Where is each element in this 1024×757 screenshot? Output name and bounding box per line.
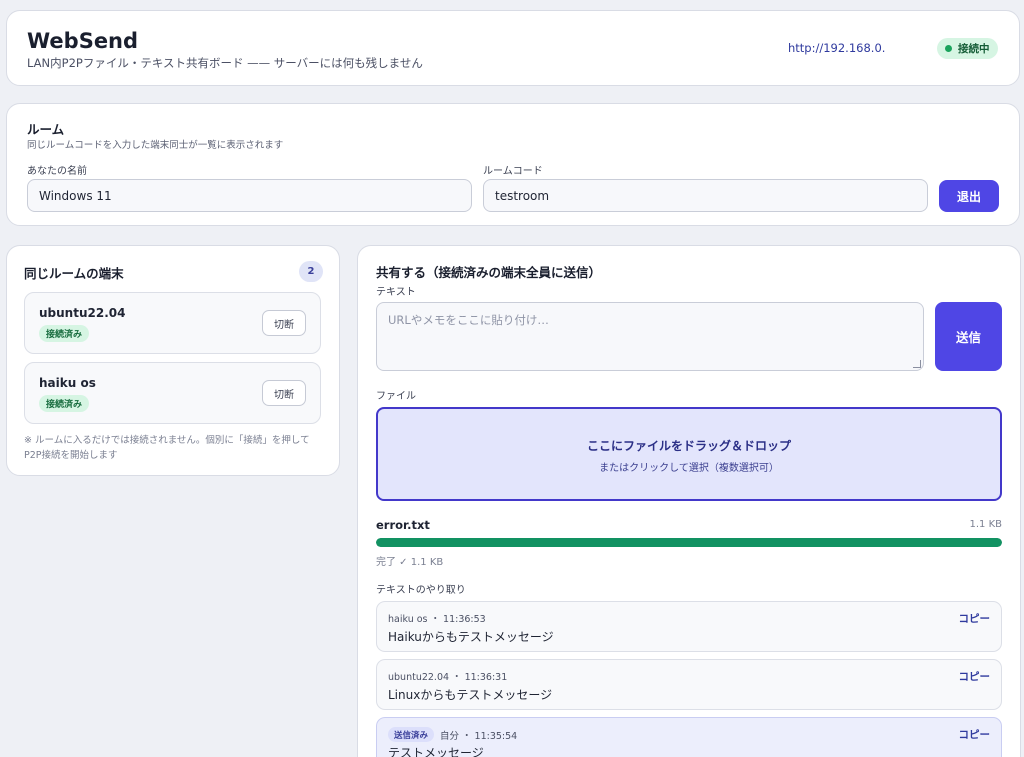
- peer-count-badge: 2: [299, 261, 323, 282]
- local-url[interactable]: http://192.168.0.: [788, 41, 885, 55]
- message-item: haiku os ・ 11:36:53 Haikuからもテストメッセージ コピー: [376, 601, 1002, 652]
- text-input[interactable]: URLやメモをここに貼り付け…: [376, 302, 924, 371]
- file-label: ファイル: [376, 391, 416, 402]
- room-description: 同じルームコードを入力した端末同士が一覧に表示されます: [27, 140, 284, 151]
- transfer-file-size: 1.1 KB: [969, 519, 1003, 530]
- peer-status-badge: 接続済み: [39, 325, 90, 342]
- room-code-label: ルームコード: [483, 166, 543, 177]
- message-meta: 自分 ・ 11:35:54: [440, 730, 518, 742]
- peers-note: ※ ルームに入るだけでは接続されません。個別に「接続」を押してP2P接続を開始し…: [24, 435, 310, 461]
- peer-item: ubuntu22.04 接続済み 切断: [24, 292, 321, 354]
- text-input-placeholder: URLやメモをここに貼り付け…: [388, 313, 549, 327]
- app-subtitle: LAN内P2Pファイル・テキスト共有ボード —— サーバーには何も残しません: [27, 56, 423, 70]
- copy-button[interactable]: コピー: [959, 727, 991, 742]
- message-item: ubuntu22.04 ・ 11:36:31 Linuxからもテストメッセージ …: [376, 659, 1002, 710]
- peers-title: 同じルームの端末: [24, 266, 124, 281]
- connection-status-badge: 接続中: [937, 38, 998, 59]
- room-code-input[interactable]: testroom: [483, 179, 928, 212]
- room-panel: ルーム 同じルームコードを入力した端末同士が一覧に表示されます あなたの名前 W…: [6, 103, 1020, 226]
- drop-zone-hint: またはクリックして選択（複数選択可）: [599, 463, 779, 474]
- transfer-progress-bar: [376, 538, 1002, 547]
- transfer-status: 完了 ✓ 1.1 KB: [376, 557, 444, 568]
- name-label: あなたの名前: [27, 166, 87, 177]
- peer-item: haiku os 接続済み 切断: [24, 362, 321, 424]
- message-text: Haikuからもテストメッセージ: [388, 630, 554, 644]
- resize-handle-icon[interactable]: [913, 360, 921, 368]
- disconnect-button[interactable]: 切断: [262, 310, 306, 336]
- sent-badge: 送信済み: [388, 727, 435, 742]
- leave-button[interactable]: 退出: [939, 180, 999, 212]
- message-text: テストメッセージ: [388, 746, 484, 757]
- share-panel: 共有する（接続済みの端末全員に送信） テキスト URLやメモをここに貼り付け… …: [357, 245, 1021, 757]
- message-meta-row: 送信済み 自分 ・ 11:35:54: [388, 727, 517, 742]
- drop-zone-title: ここにファイルをドラッグ＆ドロップ: [586, 439, 791, 453]
- file-drop-zone[interactable]: ここにファイルをドラッグ＆ドロップ またはクリックして選択（複数選択可）: [376, 407, 1002, 501]
- message-item-mine: 送信済み 自分 ・ 11:35:54 テストメッセージ コピー: [376, 717, 1002, 757]
- transfer-file-name: error.txt: [376, 518, 430, 532]
- send-button[interactable]: 送信: [935, 302, 1002, 371]
- app-header: WebSend LAN内P2Pファイル・テキスト共有ボード —— サーバーには何…: [6, 10, 1020, 86]
- message-meta: ubuntu22.04 ・ 11:36:31: [388, 672, 508, 683]
- copy-button[interactable]: コピー: [959, 669, 991, 684]
- connection-status-label: 接続中: [958, 43, 990, 55]
- share-title: 共有する（接続済みの端末全員に送信）: [376, 265, 602, 280]
- peers-panel: 同じルームの端末 2 ubuntu22.04 接続済み 切断 haiku os …: [6, 245, 340, 476]
- peer-name: haiku os: [39, 376, 96, 390]
- message-meta: haiku os ・ 11:36:53: [388, 614, 486, 625]
- text-label: テキスト: [376, 287, 416, 298]
- history-label: テキストのやり取り: [376, 585, 466, 596]
- transfer-progress-fill: [376, 538, 1002, 547]
- disconnect-button[interactable]: 切断: [262, 380, 306, 406]
- message-text: Linuxからもテストメッセージ: [388, 688, 553, 702]
- app-title: WebSend: [27, 29, 139, 53]
- copy-button[interactable]: コピー: [959, 611, 991, 626]
- status-dot-icon: [945, 45, 952, 52]
- peer-status-badge: 接続済み: [39, 395, 90, 412]
- peer-name: ubuntu22.04: [39, 306, 126, 320]
- name-input[interactable]: Windows 11: [27, 179, 472, 212]
- room-title: ルーム: [27, 122, 65, 137]
